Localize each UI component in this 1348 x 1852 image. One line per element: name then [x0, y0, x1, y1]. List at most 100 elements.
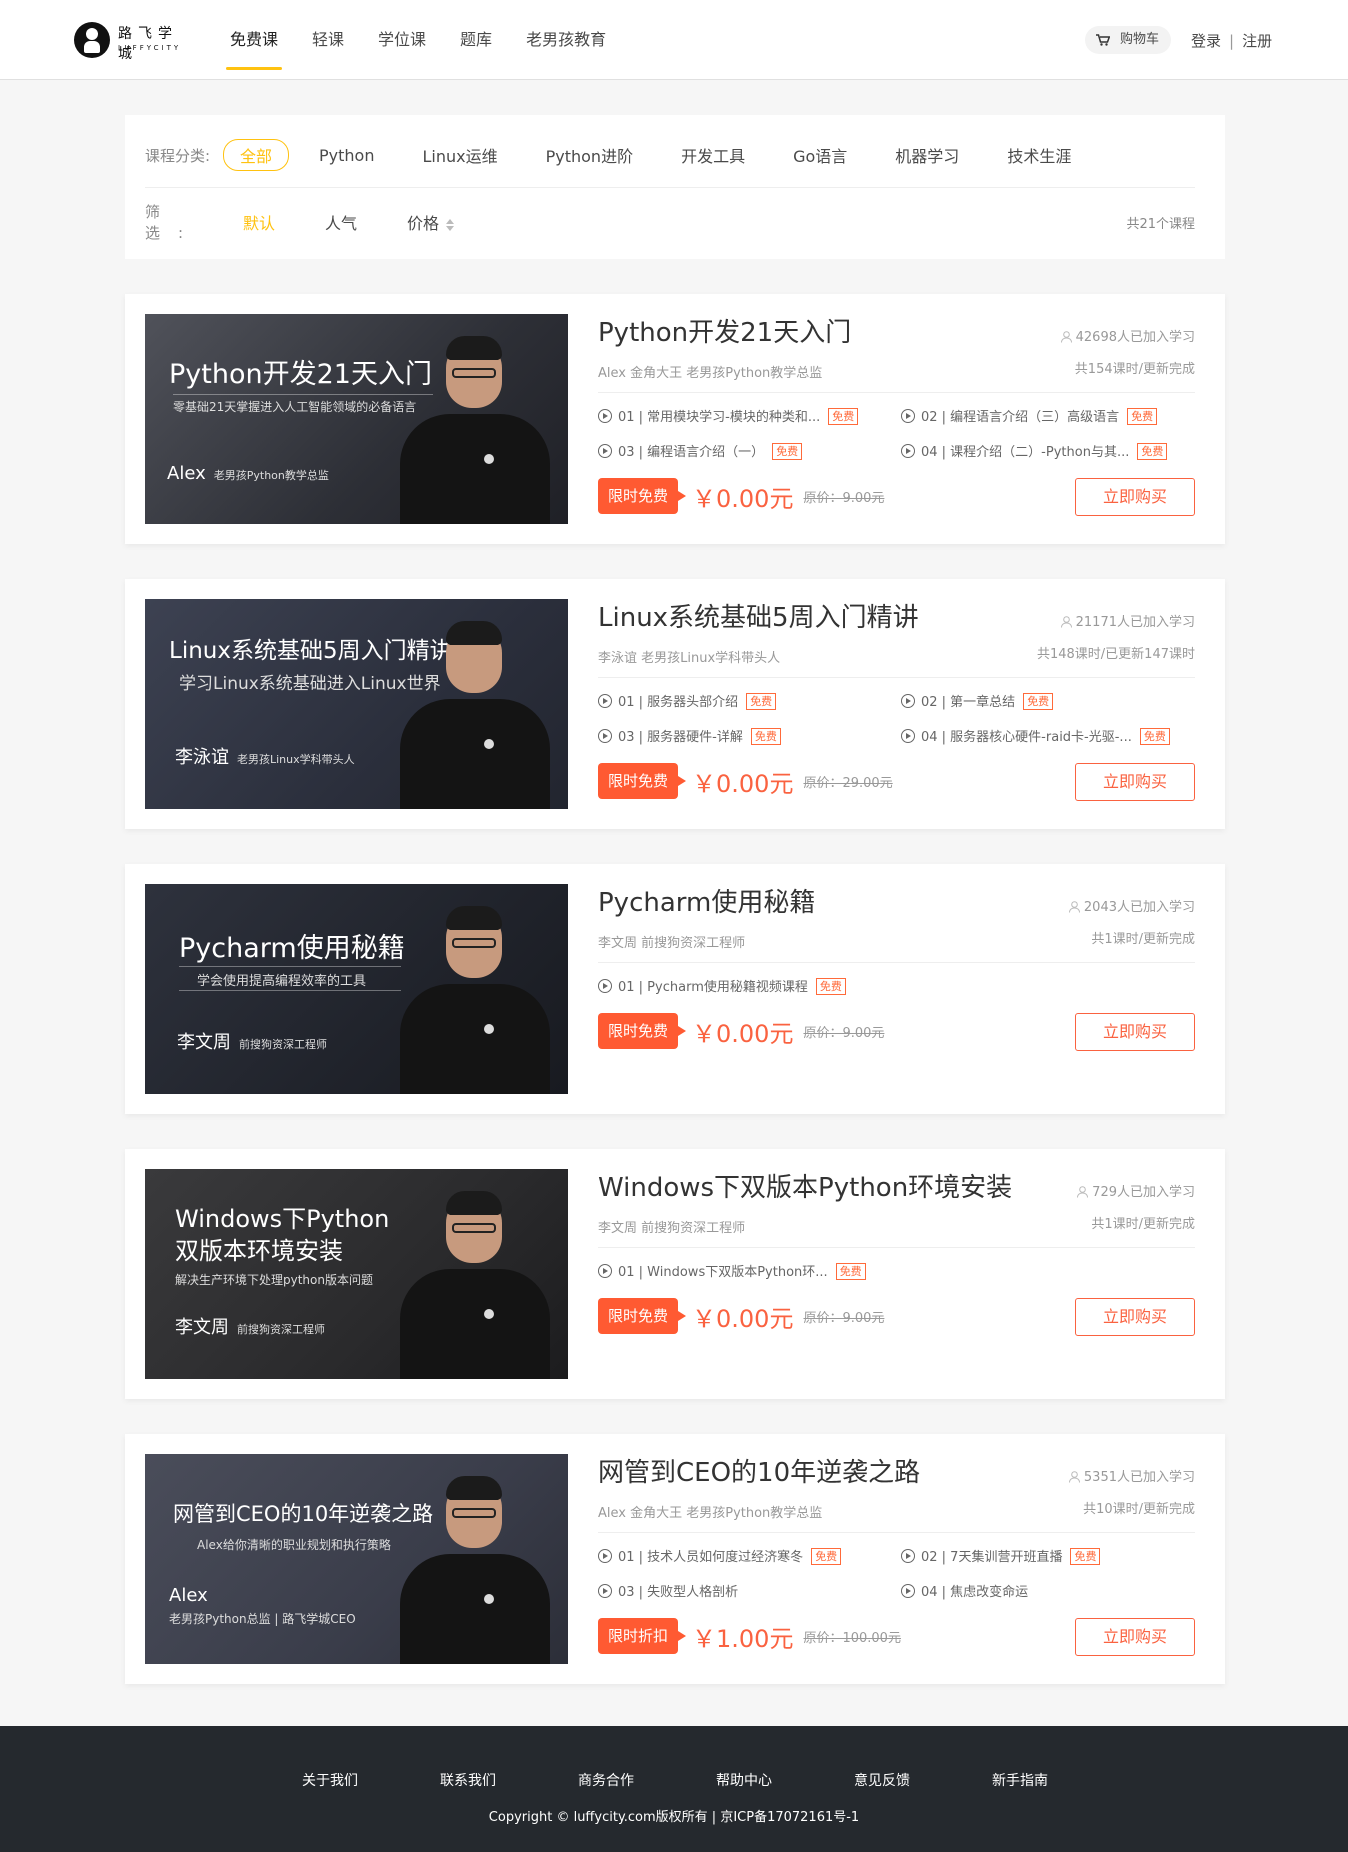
info-divider — [598, 1532, 1195, 1533]
nav-item-light-courses[interactable]: 轻课 — [312, 0, 344, 80]
buy-button[interactable]: 立即购买 — [1075, 478, 1195, 516]
chapter-item[interactable]: 02 | 7天集训营开班直播 免费 — [901, 1548, 1151, 1568]
student-count-text: 5351人已加入学习 — [1083, 1470, 1195, 1485]
sort-price[interactable]: 价格 — [407, 210, 455, 234]
nav-item-free-courses[interactable]: 免费课 — [225, 0, 283, 80]
student-count: 2043人已加入学习 — [1068, 896, 1195, 915]
course-banner[interactable]: Linux系统基础5周入门精讲 学习Linux系统基础进入Linux世界 李泳谊… — [145, 599, 568, 809]
sort-default[interactable]: 默认 — [243, 210, 275, 234]
login-link[interactable]: 登录 — [1191, 32, 1221, 50]
category-go[interactable]: Go语言 — [793, 143, 847, 167]
course-info: Pycharm使用秘籍 2043人已加入学习 李文周 前搜狗资深工程师 共1课时… — [598, 882, 1195, 1051]
chapter-item[interactable]: 03 | 编程语言介绍（一） 免费 — [598, 443, 848, 463]
footer-link-guide[interactable]: 新手指南 — [992, 1770, 1130, 1790]
chapter-item[interactable]: 04 | 服务器核心硬件-raid卡-光驱-... 免费 — [901, 728, 1170, 748]
footer-link-feedback[interactable]: 意见反馈 — [854, 1770, 992, 1790]
copyright: Copyright © luffycity.com版权所有 | 京ICP备170… — [488, 1810, 860, 1825]
chapter-title: 03 | 编程语言介绍（一） — [618, 445, 765, 460]
banner-divider — [173, 394, 433, 395]
sort-label: 筛 选: — [145, 203, 212, 242]
course-teacher: 李文周 前搜狗资深工程师 — [598, 936, 746, 951]
category-linux[interactable]: Linux运维 — [422, 143, 497, 167]
logo-icon — [74, 22, 110, 58]
course-teacher: 李泳谊 老男孩Linux学科带头人 — [598, 651, 781, 666]
original-price: 原价：9.00元 — [803, 490, 885, 506]
price: ￥1.00元 — [692, 1624, 794, 1653]
chapter-item[interactable]: 04 | 焦虑改变命运 — [901, 1583, 1151, 1603]
lesson-count: 共1课时/更新完成 — [1091, 1217, 1195, 1232]
chapter-title: 04 | 服务器核心硬件-raid卡-光驱-... — [921, 730, 1132, 745]
course-card[interactable]: Pycharm使用秘籍 学会使用提高编程效率的工具 李文周 前搜狗资深工程师 Py… — [125, 864, 1225, 1114]
buy-button[interactable]: 立即购买 — [1075, 1618, 1195, 1656]
banner-teacher-role: 老男孩Linux学科带头人 — [237, 753, 355, 766]
price: ￥0.00元 — [692, 1304, 794, 1333]
category-machine-learning[interactable]: 机器学习 — [895, 143, 959, 167]
nav-item-oldboy-education[interactable]: 老男孩教育 — [526, 0, 606, 80]
free-badge: 免费 — [1023, 693, 1054, 710]
logo-text: 路飞学城 — [118, 26, 178, 62]
play-icon — [598, 1584, 612, 1598]
banner-teacher-name: Alex — [169, 1585, 208, 1606]
user-icon — [1077, 1186, 1089, 1198]
nav-item-question-bank[interactable]: 题库 — [460, 0, 492, 80]
course-card[interactable]: 网管到CEO的10年逆袭之路 Alex给你清晰的职业规划和执行策略 Alex 老… — [125, 1434, 1225, 1684]
sort-popularity[interactable]: 人气 — [325, 210, 357, 234]
category-dev-tools[interactable]: 开发工具 — [681, 143, 745, 167]
user-icon — [1060, 331, 1072, 343]
cart-button[interactable]: 购物车 — [1085, 26, 1171, 54]
chapter-title: 01 | 常用模块学习-模块的种类和... — [618, 410, 821, 425]
chapter-item[interactable]: 02 | 第一章总结 免费 — [901, 693, 1151, 713]
banner-title: Python开发21天入门 — [169, 359, 432, 390]
chapter-item[interactable]: 01 | 技术人员如何度过经济寒冬 免费 — [598, 1548, 848, 1568]
banner-teacher-role: 老男孩Python教学总监 — [213, 469, 329, 482]
category-python-advanced[interactable]: Python进阶 — [546, 143, 633, 167]
play-icon — [598, 1264, 612, 1278]
cart-icon — [1096, 34, 1110, 46]
course-banner[interactable]: Python开发21天入门 零基础21天掌握进入人工智能领域的必备语言 Alex… — [145, 314, 568, 524]
free-badge: 免费 — [1139, 728, 1170, 745]
course-banner[interactable]: 网管到CEO的10年逆袭之路 Alex给你清晰的职业规划和执行策略 Alex 老… — [145, 1454, 568, 1664]
logo[interactable]: 路飞学城 LUFFYCITY — [74, 20, 194, 62]
chapter-title: 03 | 失败型人格剖析 — [618, 1585, 739, 1600]
category-python[interactable]: Python — [319, 146, 374, 165]
category-label: 课程分类: — [145, 146, 211, 165]
course-card[interactable]: Linux系统基础5周入门精讲 学习Linux系统基础进入Linux世界 李泳谊… — [125, 579, 1225, 829]
course-banner[interactable]: Pycharm使用秘籍 学会使用提高编程效率的工具 李文周 前搜狗资深工程师 — [145, 884, 568, 1094]
chapter-item[interactable]: 01 | Windows下双版本Python环... 免费 — [598, 1263, 866, 1283]
student-count: 21171人已加入学习 — [1060, 611, 1195, 630]
banner-divider — [179, 990, 401, 991]
footer-link-contact[interactable]: 联系我们 — [440, 1770, 578, 1790]
banner-title: Pycharm使用秘籍 — [179, 933, 405, 964]
category-career[interactable]: 技术生涯 — [1007, 143, 1071, 167]
promo-tag: 限时免费 — [598, 763, 687, 799]
banner-subtitle: Alex给你清晰的职业规划和执行策略 — [197, 1538, 391, 1552]
buy-button[interactable]: 立即购买 — [1075, 763, 1195, 801]
course-banner[interactable]: Windows下Python 双版本环境安装 解决生产环境下处理python版本… — [145, 1169, 568, 1379]
category-all[interactable]: 全部 — [223, 139, 290, 171]
footer-link-about[interactable]: 关于我们 — [302, 1770, 440, 1790]
nav-item-degree-courses[interactable]: 学位课 — [378, 0, 426, 80]
chapter-item[interactable]: 03 | 服务器硬件-详解 免费 — [598, 728, 848, 748]
chapter-item[interactable]: 01 | 服务器头部介绍 免费 — [598, 693, 848, 713]
footer-link-help[interactable]: 帮助中心 — [716, 1770, 854, 1790]
banner-teacher-name: 李泳谊 — [175, 747, 229, 768]
free-badge: 免费 — [772, 443, 803, 460]
chapter-item[interactable]: 03 | 失败型人格剖析 — [598, 1583, 848, 1603]
chapter-item[interactable]: 01 | 常用模块学习-模块的种类和... 免费 — [598, 408, 859, 428]
free-badge: 免费 — [746, 693, 777, 710]
banner-teacher-name: 李文周 — [177, 1032, 231, 1053]
footer-link-business[interactable]: 商务合作 — [578, 1770, 716, 1790]
chapter-item[interactable]: 04 | 课程介绍（二）-Python与其... 免费 — [901, 443, 1168, 463]
course-card[interactable]: Python开发21天入门 零基础21天掌握进入人工智能领域的必备语言 Alex… — [125, 294, 1225, 544]
buy-button[interactable]: 立即购买 — [1075, 1298, 1195, 1336]
banner-title: 网管到CEO的10年逆袭之路 — [173, 1502, 434, 1526]
free-badge: 免费 — [1070, 1548, 1101, 1565]
course-card[interactable]: Windows下Python 双版本环境安装 解决生产环境下处理python版本… — [125, 1149, 1225, 1399]
chapter-title: 02 | 第一章总结 — [921, 695, 1016, 710]
chapter-item[interactable]: 02 | 编程语言介绍（三）高级语言 免费 — [901, 408, 1158, 428]
buy-button[interactable]: 立即购买 — [1075, 1013, 1195, 1051]
register-link[interactable]: 注册 — [1242, 32, 1272, 50]
chapter-item[interactable]: 01 | Pycharm使用秘籍视频课程 免费 — [598, 978, 848, 998]
free-badge: 免费 — [828, 408, 859, 425]
filter-panel: 课程分类: 全部 Python Linux运维 Python进阶 开发工具 Go… — [125, 115, 1225, 259]
